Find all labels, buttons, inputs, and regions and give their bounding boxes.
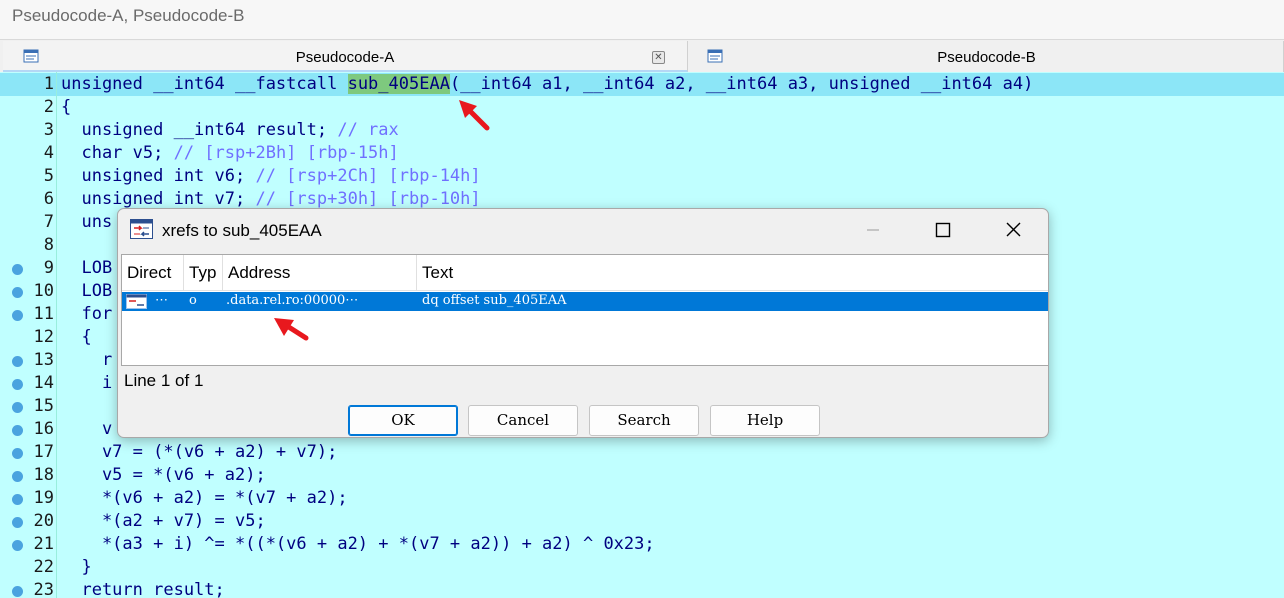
code-line[interactable]: 2{ [0, 96, 1284, 119]
code-line[interactable]: 23 return result; [0, 579, 1284, 598]
line-number: 1 [43, 74, 54, 94]
code-text: return result; [61, 580, 225, 598]
search-button[interactable]: Search [589, 405, 699, 436]
annotation-arrow-icon [274, 318, 309, 341]
code-text: char v5; // [rsp+2Bh] [rbp-15h] [61, 143, 399, 163]
code-line[interactable]: 1 unsigned __int64 __fastcall sub_405EAA(… [0, 73, 1284, 96]
line-number: 13 [33, 350, 54, 370]
xref-row-icon [126, 294, 147, 309]
column-header-type[interactable]: Typ [189, 263, 221, 283]
cell-type: o [189, 293, 197, 308]
column-header-text[interactable]: Text [422, 263, 453, 283]
annotation-arrow-icon [459, 100, 490, 131]
window-title-text: Pseudocode-A, Pseudocode-B [12, 6, 245, 25]
ok-button[interactable]: OK [348, 405, 458, 436]
column-header-direct[interactable]: Direct [127, 263, 171, 283]
line-number: 10 [33, 281, 54, 301]
line-number: 5 [43, 166, 54, 186]
code-line[interactable]: 17 v7 = (*(v6 + a2) + v7); [0, 441, 1284, 464]
cell-direct: ⋯ [155, 293, 168, 308]
line-number: 3 [43, 120, 54, 140]
code-text: *(a2 + v7) = v5; [61, 511, 266, 531]
help-button[interactable]: Help [710, 405, 820, 436]
code-line[interactable]: 18 v5 = *(v6 + a2); [0, 464, 1284, 487]
xrefs-dialog[interactable]: xrefs to sub_405EAA Direct Typ Address T… [117, 208, 1049, 438]
code-text: { [61, 327, 92, 347]
code-text: unsigned __int64 result; // rax [61, 120, 399, 140]
code-line[interactable]: 3 unsigned __int64 result; // rax [0, 119, 1284, 142]
close-icon[interactable]: ✕ [652, 51, 665, 64]
column-divider[interactable] [416, 255, 417, 291]
tab-label: Pseudocode-A [295, 49, 395, 66]
close-icon[interactable] [998, 217, 1028, 243]
tab-label: Pseudocode-B [937, 49, 1036, 66]
minimize-icon[interactable] [858, 217, 888, 243]
cell-address: .data.rel.ro:00000⋯ [226, 293, 359, 308]
code-line[interactable]: 19 *(v6 + a2) = *(v7 + a2); [0, 487, 1284, 510]
code-line[interactable]: 4 char v5; // [rsp+2Bh] [rbp-15h] [0, 142, 1284, 165]
line-number: 22 [33, 557, 54, 577]
code-text: *(a3 + i) ^= *((*(v6 + a2) + *(v7 + a2))… [61, 534, 655, 554]
code-line[interactable]: 5 unsigned int v6; // [rsp+2Ch] [rbp-14h… [0, 165, 1284, 188]
line-number: 16 [33, 419, 54, 439]
line-number: 11 [33, 304, 54, 324]
line-number: 19 [33, 488, 54, 508]
code-text: i [61, 373, 113, 393]
column-divider[interactable] [183, 255, 184, 291]
line-number: 4 [43, 143, 54, 163]
line-number: 20 [33, 511, 54, 531]
xrefs-icon [130, 219, 153, 239]
line-number: 23 [33, 580, 54, 598]
line-number: 9 [43, 258, 54, 278]
column-divider[interactable] [222, 255, 223, 291]
cancel-button[interactable]: Cancel [468, 405, 578, 436]
line-number: 7 [43, 212, 54, 232]
line-number: 14 [33, 373, 54, 393]
maximize-icon[interactable] [928, 217, 958, 243]
line-number: 21 [33, 534, 54, 554]
list-header: Direct Typ Address Text [122, 255, 1048, 291]
code-text: } [61, 557, 92, 577]
gutter-divider [56, 72, 57, 598]
code-text: v7 = (*(v6 + a2) + v7); [61, 442, 338, 462]
code-text: for [61, 304, 113, 324]
code-text: unsigned __int64 __fastcall sub_405EAA(_… [61, 74, 1034, 94]
code-line[interactable]: 21 *(a3 + i) ^= *((*(v6 + a2) + *(v7 + a… [0, 533, 1284, 556]
window-title: Pseudocode-A, Pseudocode-B [0, 0, 1284, 40]
line-number: 15 [33, 396, 54, 416]
status-text: Line 1 of 1 [124, 371, 204, 390]
tab-pseudocode-a[interactable]: Pseudocode-A ✕ [3, 41, 688, 72]
code-text: v [61, 419, 113, 439]
code-text: LOB [61, 281, 113, 301]
tab-bar: Pseudocode-A ✕ Pseudocode-B [0, 40, 1284, 72]
code-line[interactable]: 20 *(a2 + v7) = v5; [0, 510, 1284, 533]
code-line[interactable]: 22 } [0, 556, 1284, 579]
cell-text: dq offset sub_405EAA [422, 293, 567, 308]
line-number: 2 [43, 97, 54, 117]
column-header-address[interactable]: Address [228, 263, 290, 283]
xrefs-list[interactable]: Direct Typ Address Text ⋯ o .data.rel.ro… [121, 254, 1049, 366]
table-row[interactable]: ⋯ o .data.rel.ro:00000⋯ dq offset sub_40… [122, 292, 1048, 311]
code-text: uns [61, 212, 113, 232]
code-text: *(v6 + a2) = *(v7 + a2); [61, 488, 348, 508]
line-number: 17 [33, 442, 54, 462]
code-text: unsigned int v7; // [rsp+30h] [rbp-10h] [61, 189, 481, 209]
code-text: r [61, 350, 113, 370]
line-number: 8 [43, 235, 54, 255]
line-number: 18 [33, 465, 54, 485]
code-text: LOB [61, 258, 113, 278]
tab-pseudocode-b[interactable]: Pseudocode-B [690, 41, 1284, 72]
line-number: 12 [33, 327, 54, 347]
line-number: 6 [43, 189, 54, 209]
code-text: v5 = *(v6 + a2); [61, 465, 266, 485]
code-text: { [61, 97, 72, 117]
dialog-title: xrefs to sub_405EAA [162, 221, 322, 240]
code-text: unsigned int v6; // [rsp+2Ch] [rbp-14h] [61, 166, 481, 186]
